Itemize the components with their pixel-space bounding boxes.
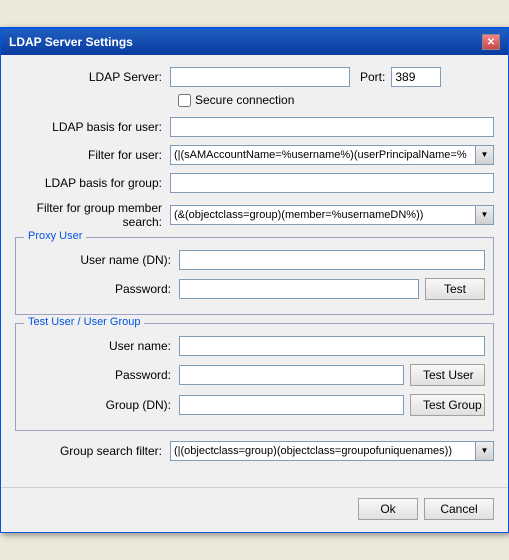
proxy-username-input[interactable] xyxy=(179,250,485,270)
ldap-basis-group-label: LDAP basis for group: xyxy=(15,176,170,190)
test-user-button[interactable]: Test User xyxy=(410,364,485,386)
chevron-down-icon: ▼ xyxy=(481,447,489,455)
cancel-button[interactable]: Cancel xyxy=(424,498,494,520)
window-title: LDAP Server Settings xyxy=(9,35,133,49)
proxy-password-input[interactable] xyxy=(179,279,419,299)
test-group-group: Test Group xyxy=(179,394,485,416)
proxy-username-label: User name (DN): xyxy=(24,253,179,267)
test-button[interactable]: Test xyxy=(425,278,485,300)
secure-connection-row: Secure connection xyxy=(178,93,494,107)
proxy-password-label: Password: xyxy=(24,282,179,296)
test-section-title: Test User / User Group xyxy=(24,316,144,328)
test-username-input[interactable] xyxy=(179,336,485,356)
test-password-group: Test User xyxy=(179,364,485,386)
port-label: Port: xyxy=(360,70,385,84)
chevron-down-icon: ▼ xyxy=(481,151,489,159)
test-password-input[interactable] xyxy=(179,365,404,385)
proxy-password-row: Password: Test xyxy=(24,278,485,300)
footer: Ok Cancel xyxy=(1,487,508,532)
test-username-label: User name: xyxy=(24,339,179,353)
filter-group-combo: ▼ xyxy=(170,205,494,225)
test-username-row: User name: xyxy=(24,336,485,356)
filter-group-row: Filter for group member search: ▼ xyxy=(15,201,494,229)
secure-connection-checkbox[interactable] xyxy=(178,94,191,107)
filter-user-dropdown-btn[interactable]: ▼ xyxy=(476,145,494,165)
ldap-server-input[interactable] xyxy=(170,67,350,87)
proxy-user-section: Proxy User User name (DN): Password: Tes… xyxy=(15,237,494,315)
filter-group-label: Filter for group member search: xyxy=(15,201,170,229)
test-password-row: Password: Test User xyxy=(24,364,485,386)
chevron-down-icon: ▼ xyxy=(481,211,489,219)
test-section: Test User / User Group User name: Passwo… xyxy=(15,323,494,431)
ldap-server-row: LDAP Server: Port: xyxy=(15,67,494,87)
filter-user-combo: ▼ xyxy=(170,145,494,165)
filter-user-row: Filter for user: ▼ xyxy=(15,145,494,165)
filter-group-dropdown-btn[interactable]: ▼ xyxy=(476,205,494,225)
form-content: LDAP Server: Port: Secure connection LDA… xyxy=(1,55,508,481)
filter-group-input[interactable] xyxy=(170,205,476,225)
proxy-password-group: Test xyxy=(179,278,485,300)
port-input[interactable] xyxy=(391,67,441,87)
test-group-button[interactable]: Test Group xyxy=(410,394,485,416)
group-search-filter-input[interactable] xyxy=(170,441,476,461)
ldap-settings-window: LDAP Server Settings ✕ LDAP Server: Port… xyxy=(0,27,509,533)
proxy-user-content: User name (DN): Password: Test xyxy=(24,250,485,300)
title-bar-controls: ✕ xyxy=(482,34,500,50)
ldap-basis-group-row: LDAP basis for group: xyxy=(15,173,494,193)
group-search-filter-combo: ▼ xyxy=(170,441,494,461)
ldap-basis-user-row: LDAP basis for user: xyxy=(15,117,494,137)
test-section-content: User name: Password: Test User Group (DN… xyxy=(24,336,485,416)
group-search-filter-label: Group search filter: xyxy=(15,444,170,458)
proxy-username-row: User name (DN): xyxy=(24,250,485,270)
filter-user-label: Filter for user: xyxy=(15,148,170,162)
proxy-user-title: Proxy User xyxy=(24,230,86,242)
test-group-input[interactable] xyxy=(179,395,404,415)
group-search-filter-row: Group search filter: ▼ xyxy=(15,441,494,461)
ldap-server-label: LDAP Server: xyxy=(15,70,170,84)
ldap-basis-user-input[interactable] xyxy=(170,117,494,137)
test-group-row: Group (DN): Test Group xyxy=(24,394,485,416)
ok-button[interactable]: Ok xyxy=(358,498,418,520)
test-password-label: Password: xyxy=(24,368,179,382)
secure-connection-label: Secure connection xyxy=(195,93,294,107)
test-group-label: Group (DN): xyxy=(24,398,179,412)
close-button[interactable]: ✕ xyxy=(482,34,500,50)
filter-user-input[interactable] xyxy=(170,145,476,165)
ldap-basis-group-input[interactable] xyxy=(170,173,494,193)
title-bar: LDAP Server Settings ✕ xyxy=(1,29,508,55)
ldap-basis-user-label: LDAP basis for user: xyxy=(15,120,170,134)
group-search-filter-dropdown-btn[interactable]: ▼ xyxy=(476,441,494,461)
